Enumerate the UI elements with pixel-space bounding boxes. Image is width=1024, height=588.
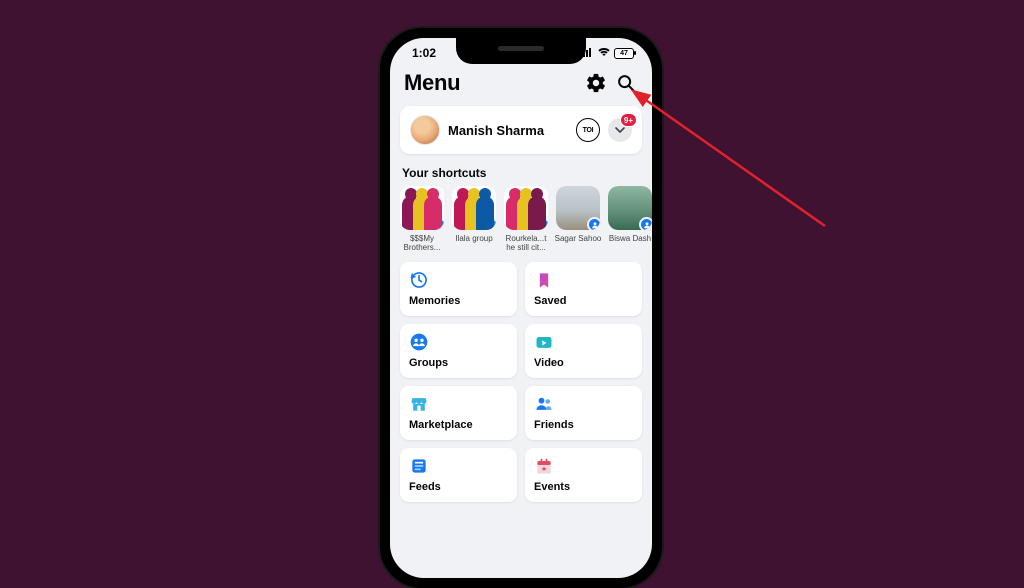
profile-name: Manish Sharma xyxy=(448,123,568,138)
phone-frame: 1:02 47 Menu xyxy=(380,28,662,588)
friend-icon xyxy=(639,217,652,230)
notification-badge: 9+ xyxy=(620,113,637,127)
memories-icon xyxy=(409,270,429,290)
wifi-icon xyxy=(597,47,611,60)
tile-events[interactable]: Events xyxy=(525,448,642,502)
saved-icon xyxy=(534,270,554,290)
avatar xyxy=(410,115,440,145)
battery-indicator: 47 xyxy=(614,48,634,59)
settings-button[interactable] xyxy=(584,71,608,95)
search-button[interactable] xyxy=(614,71,638,95)
feeds-icon xyxy=(409,456,429,476)
tile-marketplace[interactable]: Marketplace xyxy=(400,386,517,440)
notch xyxy=(456,38,586,64)
shortcut-item[interactable]: Biswa Dash xyxy=(606,186,652,252)
shortcut-item[interactable]: Rourkela...t he still cit... xyxy=(502,186,550,252)
meta-avatar-icon[interactable]: TOI xyxy=(576,118,600,142)
marketplace-icon xyxy=(409,394,429,414)
groups-icon xyxy=(409,332,429,352)
search-icon xyxy=(615,72,637,94)
shortcuts-title: Your shortcuts xyxy=(390,154,652,186)
tile-memories[interactable]: Memories xyxy=(400,262,517,316)
tile-video[interactable]: Video xyxy=(525,324,642,378)
events-icon xyxy=(534,456,554,476)
gear-icon xyxy=(585,72,607,94)
profile-card[interactable]: Manish Sharma TOI 9+ xyxy=(400,106,642,154)
friend-icon xyxy=(587,217,600,230)
accounts-switch-button[interactable]: 9+ xyxy=(608,118,632,142)
shortcut-item[interactable]: Ilala group xyxy=(450,186,498,252)
header: Menu xyxy=(390,64,652,106)
page-title: Menu xyxy=(404,70,460,96)
tile-feeds[interactable]: Feeds xyxy=(400,448,517,502)
screen: 1:02 47 Menu xyxy=(390,38,652,578)
shortcut-item[interactable]: Sagar Sahoo xyxy=(554,186,602,252)
status-time: 1:02 xyxy=(412,46,436,60)
video-icon xyxy=(534,332,554,352)
menu-tiles: Memories Saved Groups Video xyxy=(390,252,652,512)
tile-friends[interactable]: Friends xyxy=(525,386,642,440)
shortcuts-row[interactable]: $$$My Brothers... Ilala group Rourkela..… xyxy=(390,186,652,252)
tile-saved[interactable]: Saved xyxy=(525,262,642,316)
friends-icon xyxy=(534,394,554,414)
tile-groups[interactable]: Groups xyxy=(400,324,517,378)
shortcut-item[interactable]: $$$My Brothers... xyxy=(398,186,446,252)
